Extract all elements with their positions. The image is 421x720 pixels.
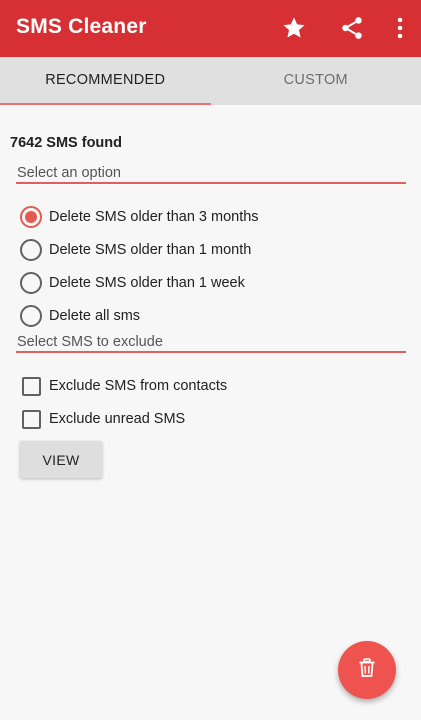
view-button[interactable]: VIEW (20, 441, 102, 478)
exclude-label: Exclude SMS from contacts (49, 378, 228, 394)
option-label: Delete all sms (49, 308, 141, 324)
radio-button[interactable] (20, 305, 42, 327)
exclude-contacts[interactable]: Exclude SMS from contacts (20, 373, 227, 399)
trash-icon (358, 657, 376, 683)
sms-cleaner-app: SMS Cleaner RECOMMENDED CUSTOM 7642 SMS … (0, 0, 421, 720)
option-label: Delete SMS older than 1 week (49, 275, 245, 291)
exclude-unread[interactable]: Exclude unread SMS (20, 406, 185, 432)
exclude-header: Select SMS to exclude (17, 334, 163, 350)
sms-count: 7642 SMS found (10, 135, 122, 151)
tab-custom[interactable]: CUSTOM (211, 57, 421, 105)
tab-recommended[interactable]: RECOMMENDED (0, 57, 211, 105)
radio-button[interactable] (20, 272, 42, 294)
option-label: Delete SMS older than 3 months (49, 209, 259, 225)
option-older-3-months[interactable]: Delete SMS older than 3 months (20, 204, 259, 230)
checkbox[interactable] (22, 409, 41, 429)
app-toolbar: SMS Cleaner (0, 0, 421, 57)
radio-button[interactable] (20, 239, 42, 261)
section-divider (16, 182, 406, 184)
option-delete-all[interactable]: Delete all sms (20, 303, 140, 329)
select-option-header: Select an option (17, 165, 121, 181)
section-divider (16, 351, 406, 353)
option-older-1-week[interactable]: Delete SMS older than 1 week (20, 270, 245, 296)
exclude-label: Exclude unread SMS (49, 411, 186, 427)
delete-fab-button[interactable] (338, 641, 396, 699)
option-older-1-month[interactable]: Delete SMS older than 1 month (20, 237, 251, 263)
more-vertical-icon[interactable] (384, 12, 416, 44)
star-icon[interactable] (278, 12, 310, 44)
radio-button[interactable] (20, 206, 42, 228)
share-icon[interactable] (336, 12, 368, 44)
tab-bar: RECOMMENDED CUSTOM (0, 57, 421, 105)
app-title: SMS Cleaner (16, 15, 147, 38)
checkbox[interactable] (22, 376, 41, 396)
option-label: Delete SMS older than 1 month (49, 242, 252, 258)
